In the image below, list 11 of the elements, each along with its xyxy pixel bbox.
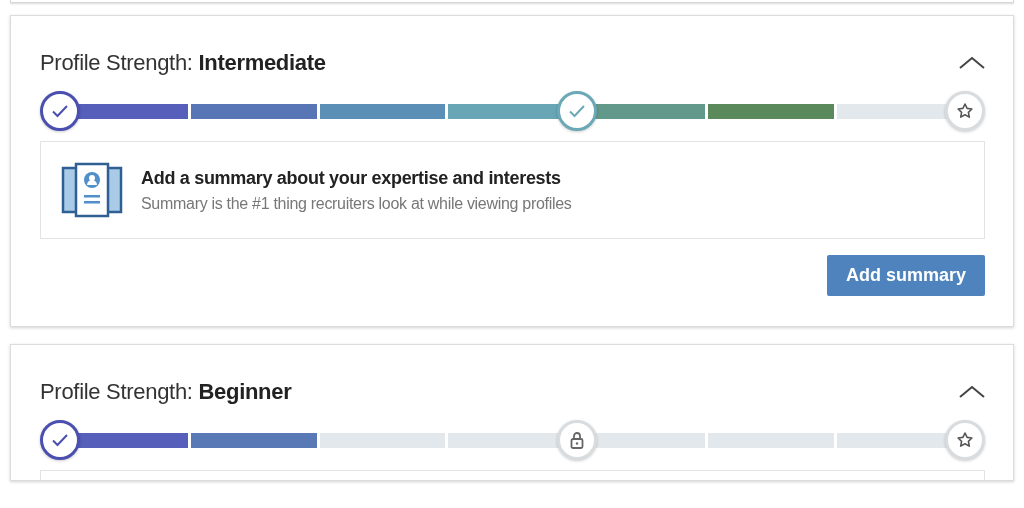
add-summary-button[interactable]: Add summary [826, 255, 985, 296]
lock-icon [568, 431, 585, 449]
star-icon [955, 102, 974, 120]
suggestion-description: Summary is the #1 thing recruiters look at while viewing profiles [141, 193, 572, 214]
chevron-up-icon[interactable] [959, 54, 985, 71]
suggestion-title: Add a summary about your expertise and interests [141, 166, 562, 190]
profile-strength-title: Profile Strength: Intermediate [40, 49, 326, 77]
star-icon [955, 431, 974, 449]
profile-document-icon [61, 162, 123, 218]
profile-strength-title: Profile Strength: Beginner [40, 378, 292, 406]
chevron-up-icon[interactable] [959, 383, 985, 400]
